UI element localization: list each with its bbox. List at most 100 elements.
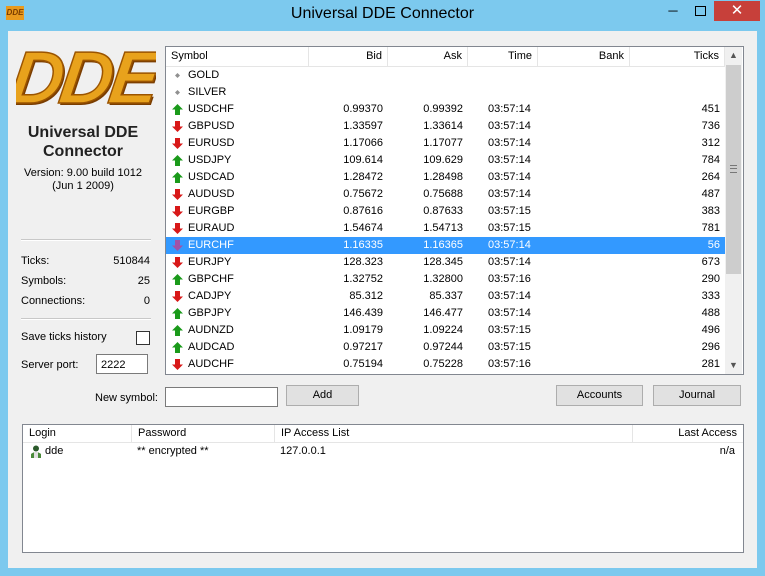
table-row[interactable]: USDJPY 109.614 109.629 03:57:14 784 xyxy=(166,152,725,169)
scroll-down-icon[interactable]: ▼ xyxy=(725,357,742,374)
user-icon xyxy=(31,445,41,458)
add-button[interactable]: Add xyxy=(286,385,359,406)
arrow-down-icon xyxy=(172,189,183,200)
cell-bid: 1.09179 xyxy=(343,324,383,336)
table-row[interactable]: USDCHF 0.99370 0.99392 03:57:14 451 xyxy=(166,101,725,118)
cell-ticks: 290 xyxy=(701,273,720,285)
account-row[interactable]: dde ** encrypted ** 127.0.0.1 n/a xyxy=(23,443,743,460)
cell-bank xyxy=(538,152,625,169)
col-symbol[interactable]: Symbol xyxy=(166,47,309,66)
cell-ticks: 56 xyxy=(707,239,720,251)
col-bank[interactable]: Bank xyxy=(538,47,630,66)
table-row[interactable]: EURJPY 128.323 128.345 03:57:14 673 xyxy=(166,254,725,271)
cell-bid: 0.75672 xyxy=(343,188,383,200)
symbols-rows: GOLD SILVER USDCHF 0.99370 0.99392 03:57:14 45… xyxy=(166,67,725,373)
cell-bid xyxy=(309,67,383,84)
journal-button[interactable]: Journal xyxy=(653,385,741,406)
col-password[interactable]: Password xyxy=(132,425,275,442)
cell-bank xyxy=(538,356,625,373)
arrow-up-icon xyxy=(172,342,183,353)
arrow-up-icon xyxy=(172,155,183,166)
cell-symbol: USDJPY xyxy=(188,154,232,166)
cell-bid: 1.54674 xyxy=(343,222,383,234)
cell-bid: 109.614 xyxy=(343,154,383,166)
table-row[interactable]: SILVER xyxy=(166,84,725,101)
account-login: dde xyxy=(45,445,64,457)
vertical-scrollbar[interactable]: ▲ ▼ xyxy=(725,47,742,374)
ticks-label: Ticks: xyxy=(21,255,50,267)
svg-text:DDE: DDE xyxy=(16,43,156,115)
minimize-button[interactable]: ─ xyxy=(660,1,686,21)
accounts-list[interactable]: Login Password IP Access List Last Acces… xyxy=(22,424,744,553)
table-row[interactable]: GBPJPY 146.439 146.477 03:57:14 488 xyxy=(166,305,725,322)
cell-ask: 128.345 xyxy=(423,256,463,268)
col-ip-access[interactable]: IP Access List xyxy=(275,425,633,442)
cell-bank xyxy=(538,339,625,356)
col-ask[interactable]: Ask xyxy=(388,47,468,66)
connections-value: 0 xyxy=(143,295,150,307)
cell-symbol: GBPCHF xyxy=(188,273,234,285)
cell-bank xyxy=(538,305,625,322)
title-bar[interactable]: DDE Universal DDE Connector ─ ✕ xyxy=(0,0,765,30)
arrow-up-icon xyxy=(172,274,183,285)
app-name-line1: Universal DDE xyxy=(27,124,139,141)
cell-ask: 0.99392 xyxy=(423,103,463,115)
col-ticks[interactable]: Ticks xyxy=(630,47,725,66)
table-row[interactable]: USDCAD 1.28472 1.28498 03:57:14 264 xyxy=(166,169,725,186)
server-port-input[interactable]: 2222 xyxy=(96,354,148,374)
cell-symbol: AUDCAD xyxy=(188,341,235,353)
symbols-value: 25 xyxy=(137,275,150,287)
table-row[interactable]: AUDCAD 0.97217 0.97244 03:57:15 296 xyxy=(166,339,725,356)
scroll-thumb[interactable] xyxy=(726,65,741,274)
cell-ticks: 736 xyxy=(701,120,720,132)
col-time[interactable]: Time xyxy=(468,47,538,66)
save-history-checkbox[interactable] xyxy=(136,331,150,345)
separator xyxy=(21,318,151,320)
cell-ask: 1.16365 xyxy=(423,239,463,251)
accounts-button[interactable]: Accounts xyxy=(556,385,643,406)
table-row[interactable]: EURGBP 0.87616 0.87633 03:57:15 383 xyxy=(166,203,725,220)
cell-bank xyxy=(538,67,625,84)
cell-bank xyxy=(538,322,625,339)
table-row[interactable]: GBPCHF 1.32752 1.32800 03:57:16 290 xyxy=(166,271,725,288)
separator xyxy=(21,239,151,241)
main-window: DDE Universal DDE Connector ─ ✕ DDE DDE … xyxy=(0,0,765,576)
close-button[interactable]: ✕ xyxy=(714,1,760,21)
cell-bid: 1.28472 xyxy=(343,171,383,183)
table-row[interactable]: EURAUD 1.54674 1.54713 03:57:15 781 xyxy=(166,220,725,237)
symbols-list[interactable]: Symbol Bid Ask Time Bank Ticks GOLD SILVE… xyxy=(165,46,744,375)
table-row[interactable]: GOLD xyxy=(166,67,725,84)
account-ip-list: 127.0.0.1 xyxy=(280,445,326,457)
table-row[interactable]: AUDCHF 0.75194 0.75228 03:57:16 281 xyxy=(166,356,725,373)
table-row[interactable]: AUDNZD 1.09179 1.09224 03:57:15 496 xyxy=(166,322,725,339)
col-login[interactable]: Login xyxy=(23,425,132,442)
scroll-up-icon[interactable]: ▲ xyxy=(725,47,742,64)
cell-bank xyxy=(538,288,625,305)
connections-label: Connections: xyxy=(21,295,86,307)
table-row[interactable]: CADJPY 85.312 85.337 03:57:14 333 xyxy=(166,288,725,305)
table-row[interactable]: EURUSD 1.17066 1.17077 03:57:14 312 xyxy=(166,135,725,152)
account-last-access: n/a xyxy=(719,445,735,457)
symbols-list-header: Symbol Bid Ask Time Bank Ticks xyxy=(166,47,725,67)
cell-bank xyxy=(538,101,625,118)
col-bid[interactable]: Bid xyxy=(309,47,388,66)
cell-bid: 1.33597 xyxy=(343,120,383,132)
app-name: Universal DDE Connector xyxy=(8,123,158,161)
client-area: DDE DDE Universal DDE Connector Version:… xyxy=(8,31,757,568)
table-row[interactable]: GBPUSD 1.33597 1.33614 03:57:14 736 xyxy=(166,118,725,135)
cell-ticks: 312 xyxy=(701,137,720,149)
cell-bid: 1.32752 xyxy=(343,273,383,285)
cell-symbol: CADJPY xyxy=(188,290,232,302)
arrow-down-icon xyxy=(172,359,183,370)
cell-ask: 1.54713 xyxy=(423,222,463,234)
table-row[interactable]: AUDUSD 0.75672 0.75688 03:57:14 487 xyxy=(166,186,725,203)
table-row[interactable]: EURCHF 1.16335 1.16365 03:57:14 56 xyxy=(166,237,725,254)
cell-symbol: EURCHF xyxy=(188,239,234,251)
arrow-down-icon xyxy=(172,121,183,132)
col-last-access[interactable]: Last Access xyxy=(633,425,743,442)
maximize-button[interactable] xyxy=(687,1,713,21)
cell-ask: 0.97244 xyxy=(423,341,463,353)
arrow-up-icon xyxy=(172,308,183,319)
cell-symbol: GOLD xyxy=(188,69,220,81)
new-symbol-input[interactable] xyxy=(165,387,278,407)
